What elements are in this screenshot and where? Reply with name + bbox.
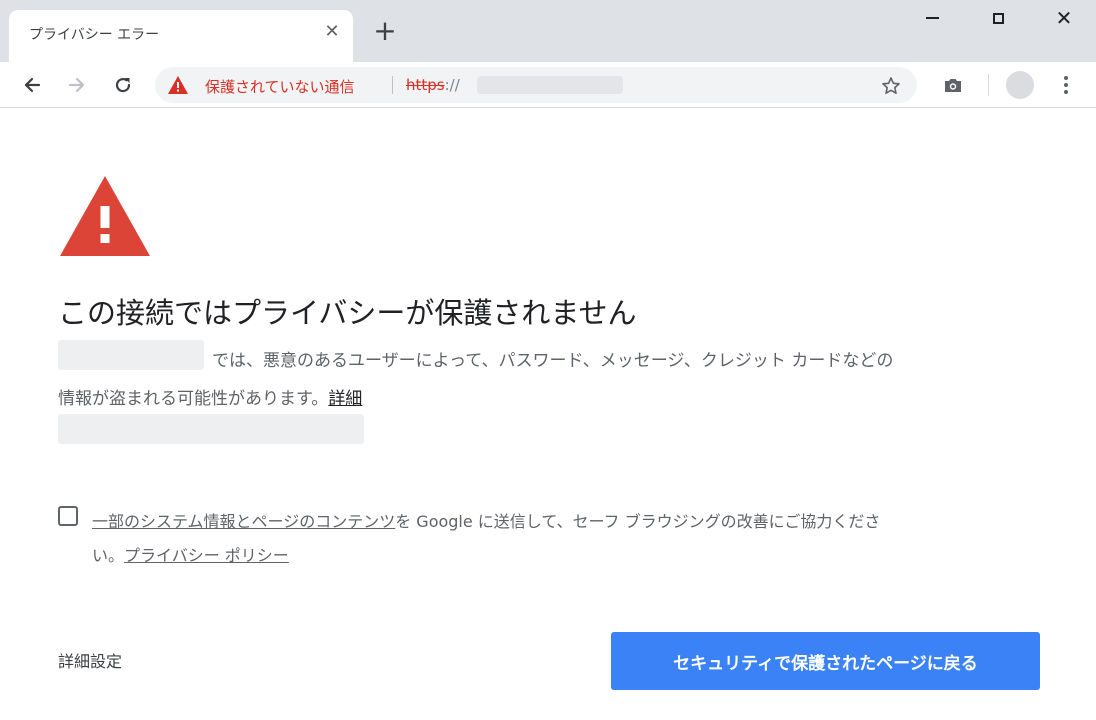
profile-avatar[interactable] [1006, 71, 1034, 99]
description-line-2: 情報が盗まれる可能性があります。詳細 [58, 384, 362, 409]
advanced-button[interactable]: 詳細設定 [58, 648, 122, 672]
url-text[interactable]: https:// [406, 76, 460, 94]
browser-window: プライバシー エラー ✕ + ✕ 保護されていない通信 https:// この接… [0, 0, 1096, 720]
menu-dot [1064, 90, 1068, 94]
menu-dot [1064, 76, 1068, 80]
close-icon: ✕ [1055, 6, 1073, 30]
privacy-policy-link[interactable]: プライバシー ポリシー [124, 546, 289, 565]
not-secure-warning-icon[interactable] [167, 75, 189, 95]
description-text: 情報が盗まれる可能性があります。 [58, 389, 329, 409]
maximize-button[interactable] [966, 0, 1030, 36]
new-tab-icon[interactable]: + [372, 17, 398, 45]
warning-triangle-icon [60, 176, 150, 256]
screenshot-button[interactable] [938, 70, 968, 100]
optin-text: を Google に送信して、セーフ ブラウジングの改善にご協力くださ [395, 512, 881, 531]
arrow-left-icon [24, 77, 41, 93]
url-scheme-https: https [406, 76, 445, 94]
bookmark-star-button[interactable] [879, 74, 903, 98]
back-to-safety-button[interactable]: セキュリティで保護されたページに戻る [611, 632, 1040, 690]
reload-button[interactable] [108, 70, 138, 100]
url-host-redacted [477, 76, 623, 94]
details-link[interactable]: 詳細 [328, 389, 362, 409]
tab-privacy-error[interactable]: プライバシー エラー ✕ [9, 10, 353, 62]
site-name-redacted [58, 340, 204, 370]
maximize-icon [992, 12, 1004, 24]
tab-strip: プライバシー エラー ✕ + ✕ [0, 0, 1096, 62]
optin-text-line-2: い。プライバシー ポリシー [92, 542, 289, 566]
description-line-1: では、悪意のあるユーザーによって、パスワード、メッセージ、クレジット カードなど… [212, 351, 894, 371]
more-vert-icon[interactable] [1054, 70, 1078, 100]
back-button[interactable] [17, 70, 47, 100]
close-window-button[interactable]: ✕ [1032, 0, 1096, 36]
omnibox-divider [392, 76, 393, 94]
safe-browsing-optin-checkbox[interactable] [58, 506, 78, 526]
optin-text-line-1: 一部のシステム情報とページのコンテンツを Google に送信して、セーフ ブラ… [92, 508, 880, 532]
forward-button[interactable] [62, 70, 92, 100]
star-icon [882, 77, 900, 94]
tab-close-icon[interactable]: ✕ [321, 21, 343, 43]
optin-system-info-link[interactable]: 一部のシステム情報とページのコンテンツ [92, 512, 395, 531]
error-code-redacted [58, 414, 364, 444]
optin-text-end: い。 [92, 546, 125, 565]
address-bar[interactable]: 保護されていない通信 https:// [155, 67, 917, 103]
minimize-icon [925, 17, 939, 19]
camera-icon [945, 79, 961, 92]
browser-toolbar: 保護されていない通信 https:// [0, 62, 1096, 108]
minimize-button[interactable] [900, 0, 964, 36]
page-title: この接続ではプライバシーが保護されません [58, 296, 637, 330]
not-secure-label[interactable]: 保護されていない通信 [205, 76, 355, 97]
menu-dot [1064, 83, 1068, 87]
tab-title: プライバシー エラー [29, 27, 160, 43]
reload-icon [115, 77, 131, 93]
toolbar-divider [988, 74, 989, 96]
arrow-right-icon [68, 77, 85, 93]
interstitial-page: この接続ではプライバシーが保護されません では、悪意のあるユーザーによって、パス… [0, 108, 1096, 720]
url-separator: :// [444, 76, 460, 94]
